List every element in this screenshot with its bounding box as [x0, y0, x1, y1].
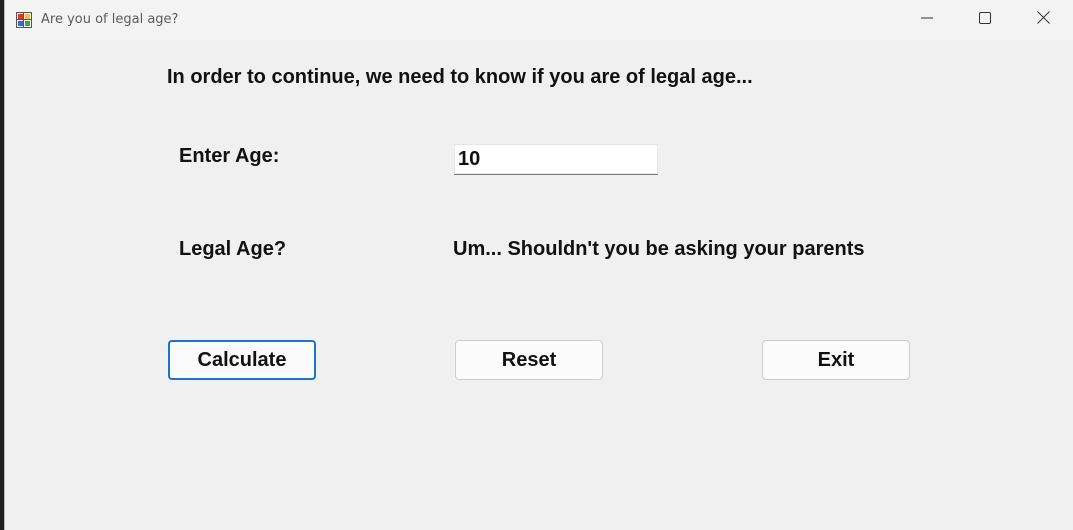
calculate-button[interactable]: Calculate: [168, 340, 316, 380]
close-icon: [1036, 11, 1050, 29]
legal-age-label: Legal Age?: [179, 238, 287, 260]
intro-label: In order to continue, we need to know if…: [167, 66, 753, 88]
result-label: Um... Shouldn't you be asking your paren…: [453, 238, 865, 260]
maximize-button[interactable]: [956, 0, 1014, 40]
form-client-area: In order to continue, we need to know if…: [5, 40, 1073, 530]
app-window: Are you of legal age? In order to contin…: [4, 0, 1073, 530]
enter-age-label: Enter Age:: [179, 145, 280, 167]
exit-button[interactable]: Exit: [762, 340, 910, 380]
close-button[interactable]: [1014, 0, 1072, 40]
minimize-button[interactable]: [898, 0, 956, 40]
reset-button[interactable]: Reset: [455, 340, 603, 380]
title-bar[interactable]: Are you of legal age?: [5, 0, 1073, 40]
maximize-icon: [979, 11, 991, 29]
desktop-background: Are you of legal age? In order to contin…: [0, 0, 1073, 530]
app-form-icon: [16, 12, 32, 28]
window-title: Are you of legal age?: [41, 12, 179, 27]
minimize-icon: [921, 11, 933, 29]
age-input[interactable]: [454, 144, 658, 175]
